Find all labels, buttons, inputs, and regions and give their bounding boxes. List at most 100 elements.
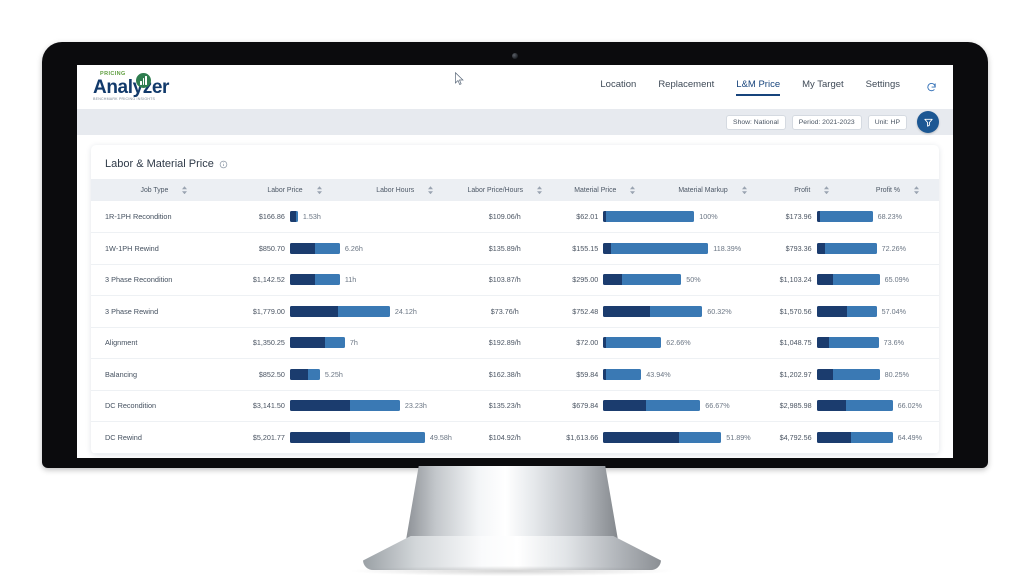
value-labor-price: $852.50	[258, 369, 285, 379]
table-body: 1R-1PH Recondition $166.86 1.53h $109.06/h $…	[91, 201, 939, 453]
cell-labor-price-per-hour: $135.89/h	[488, 243, 521, 253]
col-profit-pct[interactable]: Profit %	[855, 179, 939, 201]
value-labor-price: $3,141.50	[252, 401, 285, 411]
col-labor-hours[interactable]: Labor Hours	[352, 179, 458, 201]
cell-material-markup-metric: $62.01 100%	[552, 201, 767, 233]
col-labor-price[interactable]: Labor Price	[236, 179, 353, 201]
value-profit: $1,202.97	[779, 369, 812, 379]
label-profit-pct: 80.25%	[884, 369, 910, 379]
col-label: Material Markup	[678, 186, 728, 194]
lm-price-card: Labor & Material Price Job Type Labor Pr…	[91, 145, 939, 454]
value-material-price: $752.48	[572, 306, 599, 316]
cell-profit-metric: $793.36 72.26%	[768, 233, 939, 265]
sort-icon[interactable]	[182, 186, 188, 194]
value-labor-price: $850.70	[258, 243, 285, 253]
bar-labor-hours	[289, 211, 298, 222]
table-row[interactable]: 1R-1PH Recondition $166.86 1.53h $109.06/h $…	[91, 201, 939, 233]
label-labor-hours: 5.25h	[324, 369, 343, 379]
cell-profit-metric: $2,985.98 66.02%	[768, 390, 939, 422]
sort-icon[interactable]	[630, 186, 636, 194]
label-material-markup: 66.67%	[705, 401, 730, 411]
cell-labor-hours-metric: $3,141.50 23.23h	[237, 390, 457, 422]
cell-profit-metric: $4,792.56 64.49%	[768, 422, 939, 454]
label-labor-hours: 1.53h	[302, 212, 321, 221]
funnel-icon[interactable]	[917, 111, 939, 133]
sort-icon[interactable]	[428, 186, 434, 194]
bar-labor-hours	[289, 274, 340, 286]
bar-material-markup	[603, 431, 722, 443]
value-material-price: $72.00	[576, 338, 599, 348]
bar-profit-pct	[816, 274, 880, 286]
label-profit-pct: 57.04%	[881, 306, 907, 316]
col-material-price[interactable]: Material Price	[552, 179, 658, 201]
chip-period[interactable]: Period: 2021-2023	[791, 114, 862, 130]
table-row[interactable]: 3 Phase Rewind $1,779.00 24.12h $73.76/h $75…	[91, 296, 939, 328]
col-label: Labor Price	[267, 186, 303, 194]
table-row[interactable]: DC Rewind $5,201.77 49.58h $104.92/h $1,613.…	[91, 422, 939, 454]
cell-labor-hours-metric: $850.70 6.26h	[237, 233, 457, 265]
cell-profit-metric: $1,103.24 65.09%	[768, 264, 939, 296]
bar-labor-hours	[289, 400, 400, 412]
col-profit[interactable]: Profit	[767, 179, 856, 201]
bar-profit-pct	[816, 431, 893, 443]
table-row[interactable]: Alignment $1,350.25 7h $192.89/h $72.00 62.66…	[91, 327, 939, 359]
label-labor-hours: 23.23h	[404, 401, 427, 411]
label-labor-hours: 24.12h	[394, 306, 417, 316]
col-label: Labor Price/Hours	[467, 186, 524, 194]
stand-shadow	[352, 566, 672, 576]
table-row[interactable]: 3 Phase Recondition $1,142.52 11h $103.87/h…	[91, 264, 939, 296]
label-profit-pct: 64.49%	[897, 432, 923, 442]
label-profit-pct: 72.26%	[881, 243, 907, 253]
bar-labor-hours	[289, 305, 390, 317]
cell-job-type: Balancing	[105, 369, 138, 379]
col-job-type[interactable]: Job Type	[91, 179, 237, 201]
cell-labor-hours-metric: $1,779.00 24.12h	[237, 296, 457, 328]
cell-material-markup-metric: $1,613.66 51.89%	[552, 422, 767, 454]
sort-icon[interactable]	[913, 186, 919, 194]
bar-profit-pct	[816, 242, 877, 254]
sort-icon[interactable]	[316, 186, 322, 194]
value-material-price: $295.00	[572, 275, 599, 285]
chip-show-scope[interactable]: Show: National	[726, 114, 786, 130]
nav-item-lm-price[interactable]: L&M Price	[736, 79, 781, 96]
col-label: Job Type	[140, 186, 169, 194]
sort-icon[interactable]	[537, 186, 543, 194]
refresh-icon[interactable]	[926, 82, 937, 93]
cell-profit-metric: $1,202.97 80.25%	[768, 359, 939, 391]
nav-item-settings[interactable]: Settings	[866, 79, 900, 96]
col-labor-price-per-hours[interactable]: Labor Price/Hours	[457, 179, 553, 201]
table-row[interactable]: DC Recondition $3,141.50 23.23h $135.23/h $6…	[91, 390, 939, 422]
value-labor-price: $166.86	[258, 212, 285, 221]
main-nav: Location Replacement L&M Price My Target…	[600, 79, 937, 96]
cell-labor-hours-metric: $1,142.52 11h	[237, 264, 457, 296]
sort-icon[interactable]	[741, 186, 747, 194]
label-profit-pct: 65.09%	[884, 275, 910, 285]
bar-material-markup	[603, 400, 701, 412]
value-labor-price: $1,779.00	[252, 306, 285, 316]
table-header: Job Type Labor Price Labor Hours Labor P…	[91, 179, 939, 201]
value-profit: $173.96	[785, 212, 812, 221]
value-material-price: $1,613.66	[566, 432, 599, 442]
bar-profit-pct	[816, 305, 877, 317]
cell-job-type: 3 Phase Rewind	[105, 306, 159, 316]
app-logo[interactable]: PRICING Analyzer BENCHMARK PRICING INSIG…	[93, 71, 169, 102]
cell-material-markup-metric: $295.00 50%	[552, 264, 767, 296]
bar-profit-pct	[816, 400, 893, 412]
cell-labor-price-per-hour: $162.38/h	[488, 369, 521, 379]
chip-unit[interactable]: Unit: HP	[867, 114, 907, 130]
nav-item-location[interactable]: Location	[600, 79, 636, 96]
table-row[interactable]: 1W-1PH Rewind $850.70 6.26h $135.89/h $155.1…	[91, 233, 939, 265]
cell-job-type: DC Recondition	[105, 401, 157, 411]
col-material-markup[interactable]: Material Markup	[657, 179, 768, 201]
cell-profit-metric: $1,048.75 73.6%	[768, 327, 939, 359]
table-row[interactable]: Balancing $852.50 5.25h $162.38/h $59.84 43.9…	[91, 359, 939, 391]
info-circle-icon[interactable]	[219, 160, 228, 169]
nav-item-my-target[interactable]: My Target	[802, 79, 844, 96]
monitor-bezel: PRICING Analyzer BENCHMARK PRICING INSIG…	[42, 42, 988, 468]
bar-profit-pct	[816, 368, 880, 380]
sort-icon[interactable]	[824, 186, 830, 194]
value-labor-price: $5,201.77	[252, 432, 285, 442]
nav-item-replacement[interactable]: Replacement	[658, 79, 714, 96]
bar-labor-hours	[289, 368, 320, 380]
cell-job-type: 1R-1PH Recondition	[105, 212, 172, 221]
